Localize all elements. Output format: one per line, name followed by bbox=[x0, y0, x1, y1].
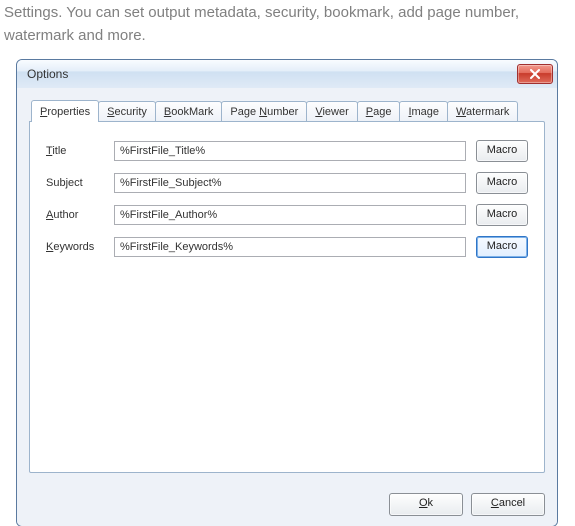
tab-properties[interactable]: Properties bbox=[31, 100, 99, 122]
tab-watermark[interactable]: Watermark bbox=[447, 101, 518, 121]
row-author: Author Macro bbox=[46, 204, 528, 226]
keywords-input[interactable] bbox=[114, 237, 466, 257]
cancel-button[interactable]: Cancel bbox=[471, 493, 545, 516]
label-author: Author bbox=[46, 209, 114, 221]
author-input[interactable] bbox=[114, 205, 466, 225]
page-description: Settings. You can set output metadata, s… bbox=[0, 0, 553, 59]
ok-button[interactable]: Ok bbox=[389, 493, 463, 516]
macro-button-title[interactable]: Macro bbox=[476, 140, 528, 162]
dialog-footer: Ok Cancel bbox=[389, 493, 545, 516]
macro-button-subject[interactable]: Macro bbox=[476, 172, 528, 194]
tab-page[interactable]: Page bbox=[357, 101, 401, 121]
row-subject: Subject Macro bbox=[46, 172, 528, 194]
subject-input[interactable] bbox=[114, 173, 466, 193]
tabstrip: Properties Security BookMark Page Number… bbox=[31, 100, 545, 121]
titlebar: Options bbox=[17, 60, 557, 89]
tab-page-number[interactable]: Page Number bbox=[221, 101, 307, 121]
properties-form: Title Macro Subject Macro Author Macro K… bbox=[30, 122, 544, 258]
window-title: Options bbox=[27, 60, 68, 88]
client-area: Properties Security BookMark Page Number… bbox=[17, 88, 557, 526]
tab-viewer[interactable]: Viewer bbox=[306, 101, 357, 121]
label-title: Title bbox=[46, 145, 114, 157]
tab-body: Title Macro Subject Macro Author Macro K… bbox=[29, 121, 545, 473]
close-button[interactable] bbox=[517, 64, 553, 84]
label-keywords: Keywords bbox=[46, 241, 114, 253]
close-icon bbox=[530, 69, 540, 79]
macro-button-keywords[interactable]: Macro bbox=[476, 236, 528, 258]
tab-bookmark[interactable]: BookMark bbox=[155, 101, 223, 121]
row-title: Title Macro bbox=[46, 140, 528, 162]
row-keywords: Keywords Macro bbox=[46, 236, 528, 258]
tab-image[interactable]: Image bbox=[399, 101, 448, 121]
title-input[interactable] bbox=[114, 141, 466, 161]
label-subject: Subject bbox=[46, 177, 114, 189]
macro-button-author[interactable]: Macro bbox=[476, 204, 528, 226]
options-window: Options Properties Security BookMark Pag… bbox=[16, 59, 558, 526]
tab-security[interactable]: Security bbox=[98, 101, 156, 121]
